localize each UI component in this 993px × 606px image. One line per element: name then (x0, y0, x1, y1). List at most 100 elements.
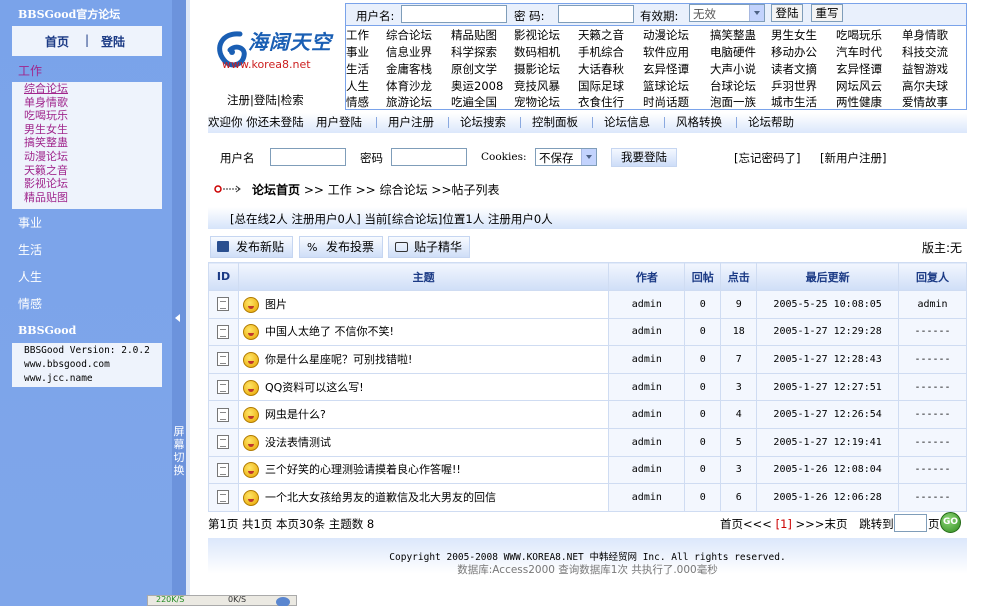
quick-username-input[interactable] (401, 5, 507, 23)
forum-link[interactable]: 电脑硬件 (710, 44, 756, 60)
sidebar-subitem[interactable]: 吃喝玩乐 (24, 109, 68, 123)
forum-link[interactable]: 宠物论坛 (514, 94, 560, 110)
sidebar-login-link[interactable]: 登陆 (101, 33, 125, 50)
author-cell[interactable]: admin (608, 400, 686, 429)
forum-link[interactable]: 国际足球 (578, 78, 624, 94)
digest-button[interactable]: 贴子精华 (388, 236, 470, 258)
first-page-link[interactable]: 首页<<< (720, 517, 772, 531)
forum-link[interactable]: 泡面一族 (710, 94, 756, 110)
post-title-link[interactable]: 你是什么星座呢？可别找错啦! (265, 353, 412, 366)
forum-link[interactable]: 旅游论坛 (386, 94, 432, 110)
sidebar-subitem[interactable]: 精品贴图 (24, 191, 68, 205)
chevron-down-icon[interactable] (749, 5, 764, 21)
forum-link[interactable]: 单身情歌 (902, 27, 948, 43)
forum-link[interactable]: 衣食住行 (578, 94, 624, 110)
validity-select[interactable]: 无效 (689, 4, 765, 22)
login-submit-button[interactable]: 我要登陆 (611, 148, 677, 167)
post-title-link[interactable]: 没法表情测试 (265, 436, 331, 449)
post-title-link[interactable]: 一个北大女孩给男友的道歉信及北大男友的回信 (265, 491, 496, 504)
forum-link[interactable]: 乒羽世界 (771, 78, 817, 94)
forum-link[interactable]: 综合论坛 (386, 27, 432, 43)
new-poll-button[interactable]: % 发布投票 (299, 236, 383, 258)
username-input[interactable] (270, 148, 346, 166)
sidebar-home-link[interactable]: 首页 (45, 33, 69, 50)
menu-style-switch[interactable]: 风格转换 (676, 113, 722, 131)
replier-cell[interactable]: admin (898, 290, 967, 319)
forum-link[interactable]: 汽车时代 (836, 44, 882, 60)
forum-link[interactable]: 信息业界 (386, 44, 432, 60)
forum-row-head[interactable]: 生活 (346, 61, 369, 77)
menu-search[interactable]: 论坛搜索 (460, 113, 506, 131)
forum-link[interactable]: 吃喝玩乐 (836, 27, 882, 43)
forum-link[interactable]: 台球论坛 (710, 78, 756, 94)
password-input[interactable] (391, 148, 467, 166)
forum-link[interactable]: 原创文学 (451, 61, 497, 77)
table-row[interactable]: 没法表情测试 admin 0 5 2005-1-27 12:19:41 ----… (208, 427, 967, 457)
sidebar-subitem[interactable]: 天籁之音 (24, 164, 68, 178)
forum-row-head[interactable]: 事业 (346, 44, 369, 60)
login-link[interactable]: 登陆 (254, 93, 277, 107)
forum-link[interactable]: 移动办公 (771, 44, 817, 60)
cookies-select[interactable]: 不保存 (535, 148, 597, 166)
sidebar-subitem[interactable]: 综合论坛 (24, 82, 68, 96)
collapse-arrow-icon[interactable] (175, 314, 180, 322)
menu-help[interactable]: 论坛帮助 (748, 113, 794, 131)
forum-link[interactable]: 天籁之音 (578, 27, 624, 43)
register-link[interactable]: 注册 (227, 93, 250, 107)
breadcrumb-level1[interactable]: 工作 (328, 183, 352, 197)
author-cell[interactable]: admin (608, 345, 686, 374)
breadcrumb-level2[interactable]: 综合论坛 (380, 183, 428, 197)
forum-link[interactable]: 竞技风暴 (514, 78, 560, 94)
go-button[interactable]: GO (940, 512, 961, 533)
breadcrumb-home[interactable]: 论坛首页 (252, 183, 300, 197)
post-title-link[interactable]: 网虫是什么? (265, 408, 326, 421)
author-cell[interactable]: admin (608, 317, 686, 347)
quick-password-input[interactable] (558, 5, 634, 23)
forum-link[interactable]: 精品贴图 (451, 27, 497, 43)
forum-link[interactable]: 吃遍全国 (451, 94, 497, 110)
forum-link[interactable]: 奥运2008 (451, 78, 503, 94)
forum-link[interactable]: 益智游戏 (902, 61, 948, 77)
forum-row-head[interactable]: 人生 (346, 78, 369, 94)
post-title-link[interactable]: 图片 (265, 298, 287, 311)
forgot-password-link[interactable]: [忘记密码了] (734, 150, 800, 166)
forum-link[interactable]: 科技交流 (902, 44, 948, 60)
network-icon[interactable] (276, 597, 290, 606)
author-cell[interactable]: admin (608, 427, 686, 457)
forum-link[interactable]: 软件应用 (643, 44, 689, 60)
table-row[interactable]: 你是什么星座呢？可别找错啦! admin 0 7 2005-1-27 12:28… (208, 345, 967, 374)
table-row[interactable]: 网虫是什么? admin 0 4 2005-1-27 12:26:54 ----… (208, 400, 967, 429)
forum-link[interactable]: 网坛风云 (836, 78, 882, 94)
table-row[interactable]: 中国人太绝了 不信你不笑! admin 0 18 2005-1-27 12:29… (208, 317, 967, 347)
forum-link[interactable]: 数码相机 (514, 44, 560, 60)
author-cell[interactable]: admin (608, 290, 686, 319)
author-cell[interactable]: admin (608, 372, 686, 402)
forum-link[interactable]: 爱情故事 (902, 94, 948, 110)
forum-link[interactable]: 体育沙龙 (386, 78, 432, 94)
sidebar-subitem[interactable]: 男生女生 (24, 123, 68, 137)
sidebar-item-work[interactable]: 工作 (18, 62, 42, 79)
forum-link[interactable]: 摄影论坛 (514, 61, 560, 77)
chevron-down-icon[interactable] (581, 149, 596, 165)
forum-row-head[interactable]: 情感 (346, 94, 369, 110)
menu-register[interactable]: 用户注册 (388, 113, 434, 131)
site-logo[interactable]: 海阔天空 www.korea8.net (212, 24, 342, 82)
forum-link[interactable]: 两性健康 (836, 94, 882, 110)
screen-toggle-bar[interactable]: 屏幕切换 (172, 0, 186, 606)
sidebar-item-emotion[interactable]: 情感 (18, 295, 42, 312)
author-cell[interactable]: admin (608, 483, 686, 512)
forum-link[interactable]: 城市生活 (771, 94, 817, 110)
sidebar-item-career[interactable]: 事业 (18, 214, 42, 231)
forum-link[interactable]: 搞笑整蛊 (710, 27, 756, 43)
forum-link[interactable]: 金庸客栈 (386, 61, 432, 77)
forum-link[interactable]: 玄异怪谭 (643, 61, 689, 77)
table-row[interactable]: 三个好笑的心理测验请摸着良心作答喔!! admin 0 3 2005-1-26 … (208, 455, 967, 485)
table-row[interactable]: 一个北大女孩给男友的道歉信及北大男友的回信 admin 0 6 2005-1-2… (208, 483, 967, 512)
forum-link[interactable]: 篮球论坛 (643, 78, 689, 94)
menu-login[interactable]: 用户登陆 (316, 113, 362, 131)
post-title-link[interactable]: QQ资料可以这么写! (265, 381, 364, 394)
sidebar-subitem[interactable]: 搞笑整蛊 (24, 136, 68, 150)
sidebar-item-life[interactable]: 生活 (18, 241, 42, 258)
forum-link[interactable]: 读者文摘 (771, 61, 817, 77)
sidebar-item-lifepath[interactable]: 人生 (18, 268, 42, 285)
